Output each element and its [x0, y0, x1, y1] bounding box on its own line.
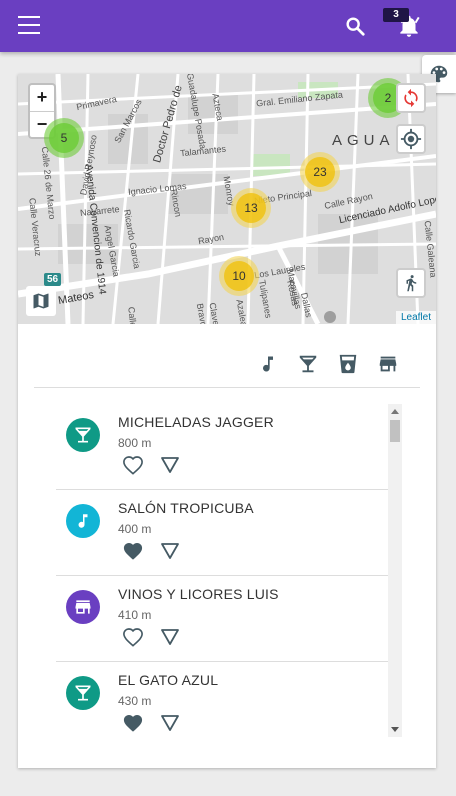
street-label: Calle [126, 306, 139, 324]
place-distance: 800 m [118, 436, 152, 450]
list-item[interactable]: EL GATO AZUL 430 m [56, 662, 388, 737]
app-bar: 3 [0, 0, 456, 52]
place-distance: 400 m [118, 522, 152, 536]
map-cluster[interactable]: 23 [300, 152, 340, 192]
menu-icon[interactable] [18, 16, 40, 36]
list-item[interactable]: MICHELADAS JAGGER 800 m [56, 404, 388, 490]
list-item[interactable]: VINOS Y LICORES LUIS 410 m [56, 576, 388, 662]
category-filters [18, 350, 436, 386]
cocktail-icon [66, 676, 100, 710]
store-icon [66, 590, 100, 624]
place-name: MICHELADAS JAGGER [118, 414, 274, 430]
main-card: Primavera San Marcos Doctor Pedro de Gua… [18, 74, 436, 768]
list-scrollbar[interactable] [388, 404, 402, 737]
directions-icon[interactable] [160, 628, 180, 646]
refresh-icon [404, 88, 418, 108]
walking-person-icon [406, 275, 417, 292]
store-icon [379, 356, 397, 372]
scroll-down-arrow-icon[interactable] [388, 723, 402, 737]
music-note-icon [66, 504, 100, 538]
place-name: SALÓN TROPICUBA [118, 500, 254, 516]
directions-icon[interactable] [160, 456, 180, 474]
map[interactable]: Primavera San Marcos Doctor Pedro de Gua… [18, 74, 436, 324]
filter-store-button[interactable] [376, 352, 400, 376]
district-label: AGUA [332, 132, 395, 149]
filter-glass-button[interactable] [336, 352, 360, 376]
cocktail-icon [299, 355, 317, 373]
zoom-in-button[interactable]: + [30, 85, 54, 111]
directions-icon[interactable] [160, 542, 180, 560]
favorite-outline-icon[interactable] [122, 627, 144, 647]
map-layers-button[interactable] [26, 286, 56, 316]
map-cluster[interactable]: 5 [44, 118, 84, 158]
favorite-filled-icon[interactable] [122, 541, 144, 561]
music-note-icon [263, 356, 273, 372]
directions-icon[interactable] [160, 714, 180, 732]
crosshair-icon [400, 128, 422, 150]
place-name: VINOS Y LICORES LUIS [118, 586, 279, 602]
place-distance: 410 m [118, 608, 152, 622]
leaflet-attribution-link[interactable]: Leaflet [395, 311, 436, 324]
divider [34, 387, 420, 388]
map-cluster[interactable]: 13 [231, 188, 271, 228]
filter-music-button[interactable] [256, 352, 280, 376]
list-item[interactable]: SALÓN TROPICUBA 400 m [56, 490, 388, 576]
search-icon[interactable] [344, 15, 366, 37]
walking-mode-button[interactable] [396, 268, 426, 298]
favorite-filled-icon[interactable] [122, 713, 144, 733]
map-icon [33, 293, 49, 309]
place-distance: 430 m [118, 694, 152, 708]
filter-cocktail-button[interactable] [296, 352, 320, 376]
locate-button[interactable] [396, 124, 426, 154]
glass-icon [339, 354, 357, 374]
map-cluster[interactable]: 10 [219, 256, 259, 296]
favorite-outline-icon[interactable] [122, 455, 144, 475]
marker-count-badge: 56 [44, 273, 62, 286]
scrollbar-thumb[interactable] [390, 420, 400, 442]
refresh-button[interactable] [396, 83, 426, 113]
scroll-up-arrow-icon[interactable] [388, 404, 402, 418]
cocktail-icon [66, 418, 100, 452]
notification-count-badge: 3 [383, 8, 409, 22]
places-list: MICHELADAS JAGGER 800 m SALÓN TROPICUBA … [56, 404, 388, 737]
place-name: EL GATO AZUL [118, 672, 219, 688]
